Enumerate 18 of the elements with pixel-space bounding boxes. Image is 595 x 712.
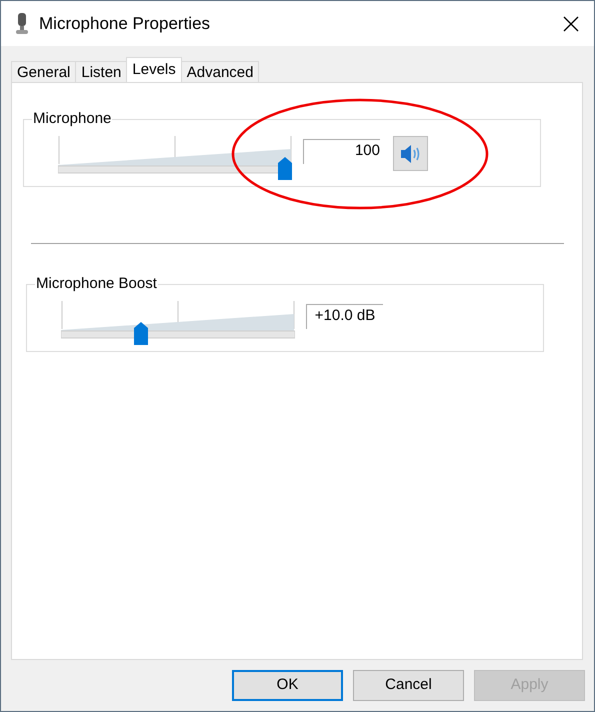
slider-thumb[interactable] <box>278 157 292 180</box>
group-label: Microphone <box>32 110 112 128</box>
close-icon <box>563 16 579 32</box>
slider[interactable] <box>58 136 292 180</box>
dialog-button[interactable]: Cancel <box>353 670 464 701</box>
speaker-icon <box>398 142 422 164</box>
slider-thumb[interactable] <box>134 322 148 345</box>
mute-button[interactable] <box>393 136 428 171</box>
tab[interactable]: Levels <box>126 57 182 82</box>
level-value: 100 <box>303 139 380 164</box>
tab[interactable]: Advanced <box>180 61 260 82</box>
dialog-button[interactable]: OK <box>232 670 343 701</box>
tab[interactable]: General <box>11 61 76 82</box>
microphone-icon <box>15 12 29 34</box>
slider[interactable] <box>61 301 295 345</box>
group-label: Microphone Boost <box>35 275 158 293</box>
level-value: +10.0 dB <box>306 304 383 329</box>
window-title: Microphone Properties <box>39 12 212 35</box>
